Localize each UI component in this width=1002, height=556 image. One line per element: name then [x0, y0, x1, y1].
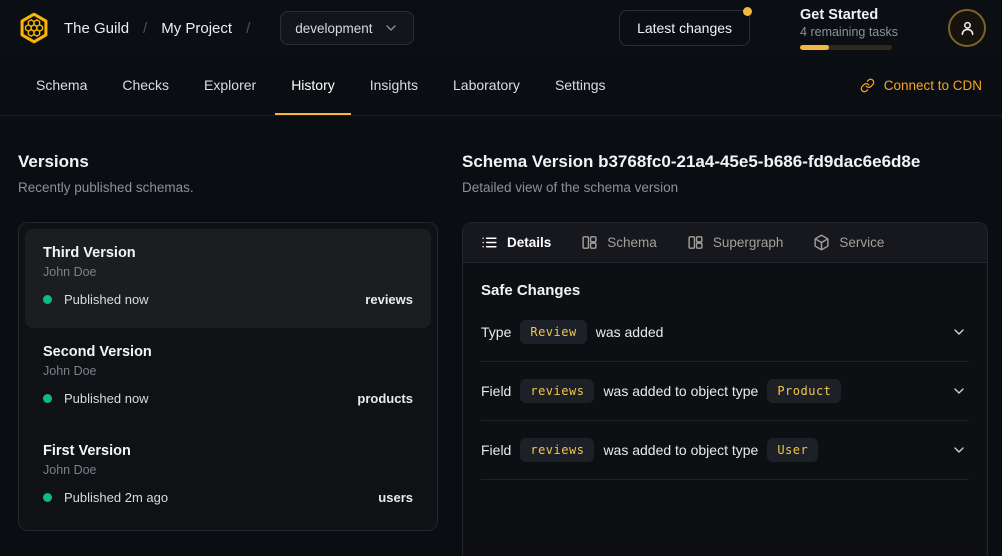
connect-to-cdn-label: Connect to CDN — [884, 78, 982, 93]
published-status: Published now — [64, 292, 149, 307]
guild-hexagon-logo-icon[interactable] — [18, 12, 50, 44]
schema-change-row[interactable]: Field reviews was added to object type P… — [481, 362, 969, 421]
get-started-progress-fill — [800, 45, 829, 50]
schema-version-title: Schema Version b3768fc0-21a4-45e5-b686-f… — [462, 152, 988, 172]
get-started-widget[interactable]: Get Started 4 remaining tasks — [800, 7, 898, 50]
change-badge: reviews — [520, 379, 594, 403]
breadcrumb-separator: / — [246, 20, 250, 37]
chevron-down-icon[interactable] — [951, 442, 967, 458]
version-card[interactable]: Third Version John Doe Published now rev… — [25, 229, 431, 328]
detail-tab-label: Service — [839, 235, 884, 250]
cube-icon — [813, 234, 830, 251]
change-kind: Field — [481, 442, 511, 458]
version-name: First Version — [43, 443, 413, 459]
environment-dropdown[interactable]: development — [280, 11, 413, 45]
environment-dropdown-value: development — [295, 21, 372, 36]
version-card[interactable]: Second Version John Doe Published now pr… — [25, 328, 431, 427]
change-description: was added — [596, 324, 664, 340]
tab-history[interactable]: History — [275, 56, 351, 115]
tab-explorer[interactable]: Explorer — [188, 56, 272, 115]
breadcrumb-org[interactable]: The Guild — [64, 20, 129, 37]
get-started-subtitle: 4 remaining tasks — [800, 25, 898, 39]
version-name: Second Version — [43, 344, 413, 360]
version-author: John Doe — [43, 364, 413, 378]
version-detail-column: Schema Version b3768fc0-21a4-45e5-b686-f… — [462, 116, 988, 556]
change-target-badge: Product — [767, 379, 841, 403]
versions-column: Versions Recently published schemas. Thi… — [18, 116, 438, 556]
target-nav: SchemaChecksExplorerHistoryInsightsLabor… — [0, 56, 1002, 116]
published-status: Published 2m ago — [64, 490, 168, 505]
schema-change-row[interactable]: Type Review was added — [481, 303, 969, 362]
versions-list: Third Version John Doe Published now rev… — [18, 222, 438, 531]
panels-icon — [687, 234, 704, 251]
change-description: was added to object type — [603, 383, 758, 399]
changes-list: Type Review was added Field reviews was … — [481, 303, 969, 480]
breadcrumb-project[interactable]: My Project — [161, 20, 232, 37]
published-status-dot-icon — [43, 295, 52, 304]
version-card[interactable]: First Version John Doe Published 2m ago … — [25, 427, 431, 526]
safe-changes-heading: Safe Changes — [481, 282, 969, 299]
detail-tab-supergraph[interactable]: Supergraph — [687, 234, 784, 251]
change-kind: Type — [481, 324, 511, 340]
service-name: reviews — [365, 292, 413, 307]
get-started-title: Get Started — [800, 7, 898, 23]
schema-change-row[interactable]: Field reviews was added to object type U… — [481, 421, 969, 480]
user-icon — [958, 19, 977, 38]
schema-version-subtitle: Detailed view of the schema version — [462, 180, 988, 195]
change-description: was added to object type — [603, 442, 758, 458]
tab-checks[interactable]: Checks — [106, 56, 185, 115]
tab-laboratory[interactable]: Laboratory — [437, 56, 536, 115]
service-name: users — [378, 490, 413, 505]
latest-changes-button[interactable]: Latest changes — [619, 10, 750, 46]
chevron-down-icon — [383, 20, 399, 36]
version-detail-panel: Details Schema Supergraph Service Safe C… — [462, 222, 988, 556]
main-content: Versions Recently published schemas. Thi… — [0, 116, 1002, 556]
detail-body: Safe Changes Type Review was added Field… — [463, 263, 987, 480]
published-status: Published now — [64, 391, 149, 406]
published-status-dot-icon — [43, 394, 52, 403]
versions-subtitle: Recently published schemas. — [18, 180, 438, 195]
detail-tab-details[interactable]: Details — [481, 234, 551, 251]
change-target-badge: User — [767, 438, 818, 462]
detail-tab-schema[interactable]: Schema — [581, 234, 657, 251]
version-author: John Doe — [43, 463, 413, 477]
breadcrumb-separator: / — [143, 20, 147, 37]
detail-tab-label: Schema — [607, 235, 657, 250]
notification-dot — [743, 7, 752, 16]
tab-schema[interactable]: Schema — [20, 56, 103, 115]
tab-settings[interactable]: Settings — [539, 56, 622, 115]
version-name: Third Version — [43, 245, 413, 261]
nav-tabs: SchemaChecksExplorerHistoryInsightsLabor… — [20, 56, 622, 115]
user-avatar-button[interactable] — [948, 9, 986, 47]
change-badge: Review — [520, 320, 586, 344]
top-header: The Guild / My Project / development Lat… — [0, 0, 1002, 56]
change-badge: reviews — [520, 438, 594, 462]
service-name: products — [357, 391, 413, 406]
connect-to-cdn-link[interactable]: Connect to CDN — [860, 56, 982, 115]
latest-changes-label: Latest changes — [637, 20, 732, 36]
chevron-down-icon[interactable] — [951, 383, 967, 399]
chevron-down-icon[interactable] — [951, 324, 967, 340]
panels-icon — [581, 234, 598, 251]
detail-tab-label: Supergraph — [713, 235, 784, 250]
detail-tab-label: Details — [507, 235, 551, 250]
get-started-progress-bar — [800, 45, 892, 50]
change-kind: Field — [481, 383, 511, 399]
list-icon — [481, 234, 498, 251]
versions-title: Versions — [18, 152, 438, 172]
link-icon — [860, 78, 875, 93]
detail-tabs: Details Schema Supergraph Service — [463, 223, 987, 263]
version-author: John Doe — [43, 265, 413, 279]
detail-tab-service[interactable]: Service — [813, 234, 884, 251]
published-status-dot-icon — [43, 493, 52, 502]
tab-insights[interactable]: Insights — [354, 56, 434, 115]
